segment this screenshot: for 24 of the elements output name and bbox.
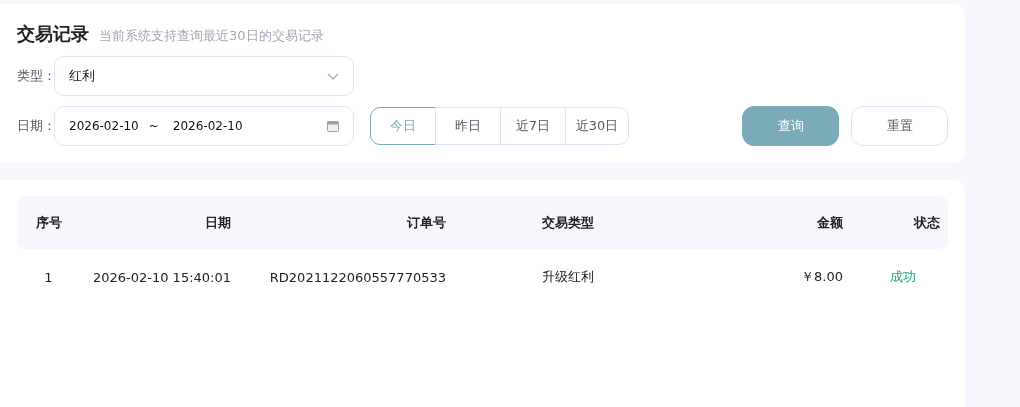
- date-range-tab[interactable]: 昨日: [435, 107, 501, 145]
- date-range-tab[interactable]: 近7日: [500, 107, 566, 145]
- column-header: 状态: [912, 213, 941, 232]
- calendar-icon[interactable]: [327, 120, 339, 132]
- column-header: 日期: [204, 213, 232, 232]
- table-cell-text: 1: [43, 269, 54, 285]
- column-header: 交易类型: [540, 213, 595, 232]
- date-range-tab[interactable]: 近30日: [565, 107, 629, 145]
- date-range-field[interactable]: 2026-02-10 ~ 2026-02-10: [54, 106, 354, 146]
- chevron-down-icon[interactable]: [327, 72, 339, 80]
- table-cell-text: ￥8.00: [800, 268, 844, 286]
- column-header: 序号: [34, 213, 63, 232]
- table-cell-text: 升级红利: [540, 268, 595, 286]
- field-label: 类型：: [17, 67, 54, 85]
- type-select[interactable]: 红利: [54, 56, 354, 96]
- table-cell-text: RD2021122060557770533: [268, 269, 447, 285]
- page-subtitle: 当前系统支持查询最近30日的交易记录: [99, 27, 324, 45]
- page-title: 交易记录: [17, 22, 89, 46]
- column-header: 金额: [816, 213, 844, 232]
- column-header: 订单号: [406, 213, 447, 232]
- table-cell-text: 2026-02-10 15:40:01: [91, 269, 232, 285]
- status-text: 成功: [889, 268, 917, 286]
- reset-button[interactable]: 重置: [851, 106, 948, 146]
- field-label: 日期：: [17, 117, 54, 135]
